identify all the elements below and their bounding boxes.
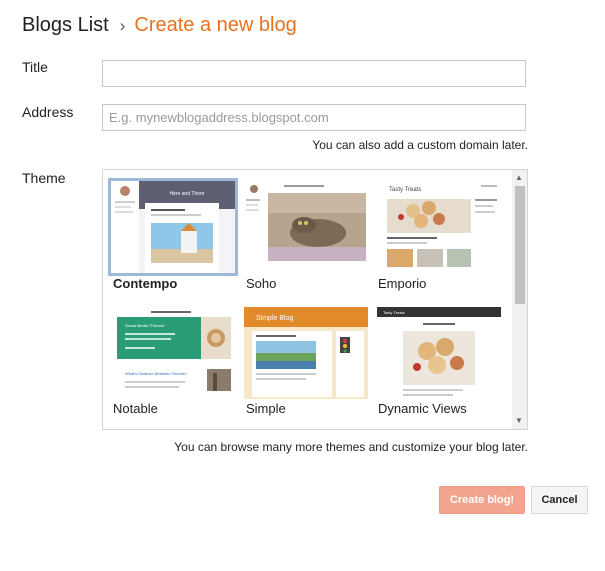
title-label: Title bbox=[22, 59, 48, 75]
scrollbar-thumb[interactable] bbox=[515, 186, 525, 304]
address-hint: You can also add a custom domain later. bbox=[312, 138, 528, 152]
theme-name-dynamic-views[interactable]: Dynamic Views bbox=[378, 401, 467, 416]
theme-name-notable[interactable]: Notable bbox=[113, 401, 158, 416]
create-blog-button[interactable]: Create blog! bbox=[439, 486, 525, 514]
emporio-title-text: Tasty Treats bbox=[389, 187, 421, 193]
theme-tile-contempo[interactable]: Here and There bbox=[108, 178, 238, 276]
address-label: Address bbox=[22, 104, 74, 120]
breadcrumb: Blogs List › Create a new blog bbox=[22, 14, 297, 37]
page-title: Create a new blog bbox=[134, 14, 297, 36]
emporio-thumbnail: Tasty Treats bbox=[377, 181, 501, 273]
theme-picker: Here and There Contempo Soho Tasty Treat… bbox=[102, 169, 528, 430]
theme-name-emporio[interactable]: Emporio bbox=[378, 276, 426, 291]
theme-tile-notable[interactable]: Social Media "Friends" What's Distance B… bbox=[111, 307, 235, 399]
title-input[interactable] bbox=[102, 60, 526, 87]
notable-subheadline-text: What's Distance Between Friends? bbox=[125, 371, 188, 376]
scroll-down-icon[interactable]: ▼ bbox=[515, 416, 523, 426]
simple-thumbnail: Simple Blog bbox=[244, 307, 368, 399]
contempo-thumbnail: Here and There bbox=[111, 181, 235, 273]
theme-scrollbar[interactable]: ▲ ▼ bbox=[512, 170, 527, 429]
cancel-button[interactable]: Cancel bbox=[531, 486, 588, 514]
theme-tile-dynamic-views[interactable]: Tasty Treats bbox=[377, 307, 501, 399]
breadcrumb-separator-icon: › bbox=[119, 15, 126, 35]
address-input[interactable] bbox=[102, 104, 526, 131]
theme-tile-simple[interactable]: Simple Blog bbox=[244, 307, 368, 399]
theme-name-simple[interactable]: Simple bbox=[246, 401, 286, 416]
contempo-banner-text: Here and There bbox=[170, 191, 205, 197]
dynamic-views-thumbnail: Tasty Treats bbox=[377, 307, 501, 399]
theme-label: Theme bbox=[22, 170, 66, 186]
simple-title-text: Simple Blog bbox=[256, 315, 293, 322]
theme-tile-soho[interactable] bbox=[244, 181, 368, 273]
soho-thumbnail bbox=[244, 181, 368, 273]
dynamic-views-title-text: Tasty Treats bbox=[383, 310, 405, 315]
notable-thumbnail: Social Media "Friends" What's Distance B… bbox=[111, 307, 235, 399]
theme-name-contempo[interactable]: Contempo bbox=[113, 276, 177, 291]
theme-hint: You can browse many more themes and cust… bbox=[174, 440, 528, 454]
notable-headline-text: Social Media "Friends" bbox=[125, 323, 166, 328]
theme-tile-emporio[interactable]: Tasty Treats bbox=[377, 181, 501, 273]
scroll-up-icon[interactable]: ▲ bbox=[515, 173, 523, 183]
blogs-list-link[interactable]: Blogs List bbox=[22, 14, 109, 37]
theme-name-soho[interactable]: Soho bbox=[246, 276, 276, 291]
